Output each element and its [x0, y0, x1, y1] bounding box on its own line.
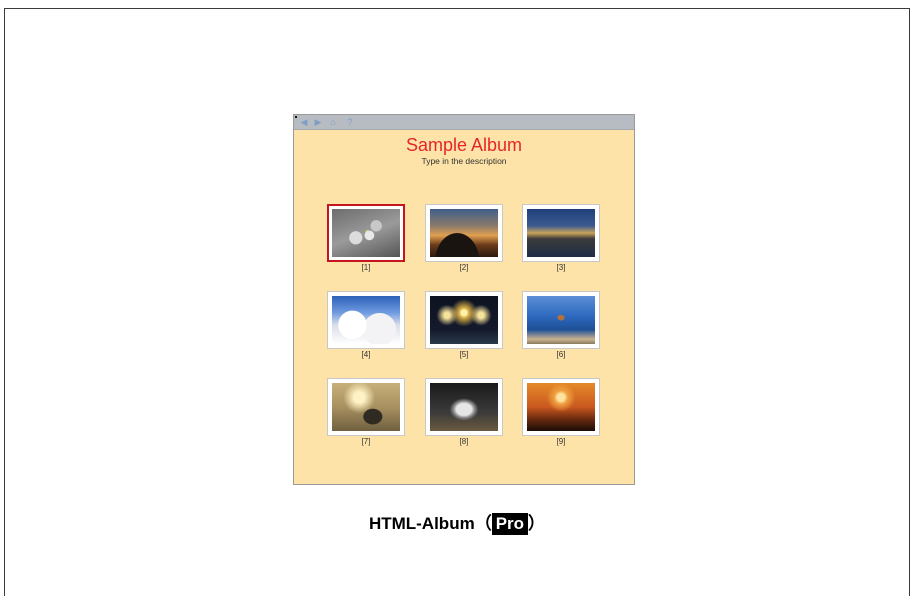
photo-item-1[interactable]: [1] — [327, 204, 405, 274]
photo-item-2[interactable]: [2] — [425, 204, 503, 274]
photo-item-9[interactable]: [9] — [522, 378, 600, 448]
home-icon[interactable]: ⌂ — [327, 116, 339, 129]
photo-caption: [1] — [361, 263, 371, 272]
forward-arrow-icon[interactable]: ▶ — [312, 116, 324, 129]
photo-thumbnail[interactable] — [522, 204, 600, 262]
photo-item-8[interactable]: [8] — [425, 378, 503, 448]
photo-caption: [8] — [459, 437, 469, 446]
photo-item-6[interactable]: [6] — [522, 291, 600, 361]
photo-thumbnail[interactable] — [522, 378, 600, 436]
photo-thumbnail[interactable] — [522, 291, 600, 349]
photo-image — [527, 209, 595, 257]
photo-caption: [9] — [556, 437, 566, 446]
photo-caption: [6] — [556, 350, 566, 359]
photo-item-4[interactable]: [4] — [327, 291, 405, 361]
product-label: HTML-Album（ Pro） — [0, 512, 914, 536]
photo-image — [430, 296, 498, 344]
photo-caption: [4] — [361, 350, 371, 359]
photo-caption: [7] — [361, 437, 371, 446]
toolbar-marker — [295, 116, 297, 118]
photo-image — [430, 209, 498, 257]
album-description: Type in the description — [421, 156, 507, 166]
product-suffix: ） — [528, 514, 546, 533]
help-icon[interactable]: ? — [344, 116, 356, 129]
product-name: HTML-Album（ — [368, 514, 492, 533]
photo-item-7[interactable]: [7] — [327, 378, 405, 448]
photo-thumbnail[interactable] — [327, 204, 405, 262]
photo-image — [430, 383, 498, 431]
photo-image — [332, 296, 400, 344]
album-window: ◀ ▶ ⌂ ? Sample Album Type in the descrip… — [293, 114, 635, 485]
photo-caption: [2] — [459, 263, 469, 272]
photo-image — [332, 383, 400, 431]
back-arrow-icon[interactable]: ◀ — [298, 116, 310, 129]
pro-badge: Pro — [491, 513, 529, 535]
album-title: Sample Album — [405, 135, 523, 155]
photo-thumbnail[interactable] — [425, 378, 503, 436]
photo-caption: [5] — [459, 350, 469, 359]
photo-image — [332, 209, 400, 257]
photo-image — [527, 296, 595, 344]
photo-caption: [3] — [556, 263, 566, 272]
photo-image — [527, 383, 595, 431]
photo-item-5[interactable]: [5] — [425, 291, 503, 361]
album-toolbar: ◀ ▶ ⌂ ? — [294, 115, 634, 130]
photo-thumbnail[interactable] — [425, 204, 503, 262]
photo-thumbnail[interactable] — [327, 291, 405, 349]
photo-thumbnail[interactable] — [425, 291, 503, 349]
photo-thumbnail[interactable] — [327, 378, 405, 436]
photo-item-3[interactable]: [3] — [522, 204, 600, 274]
